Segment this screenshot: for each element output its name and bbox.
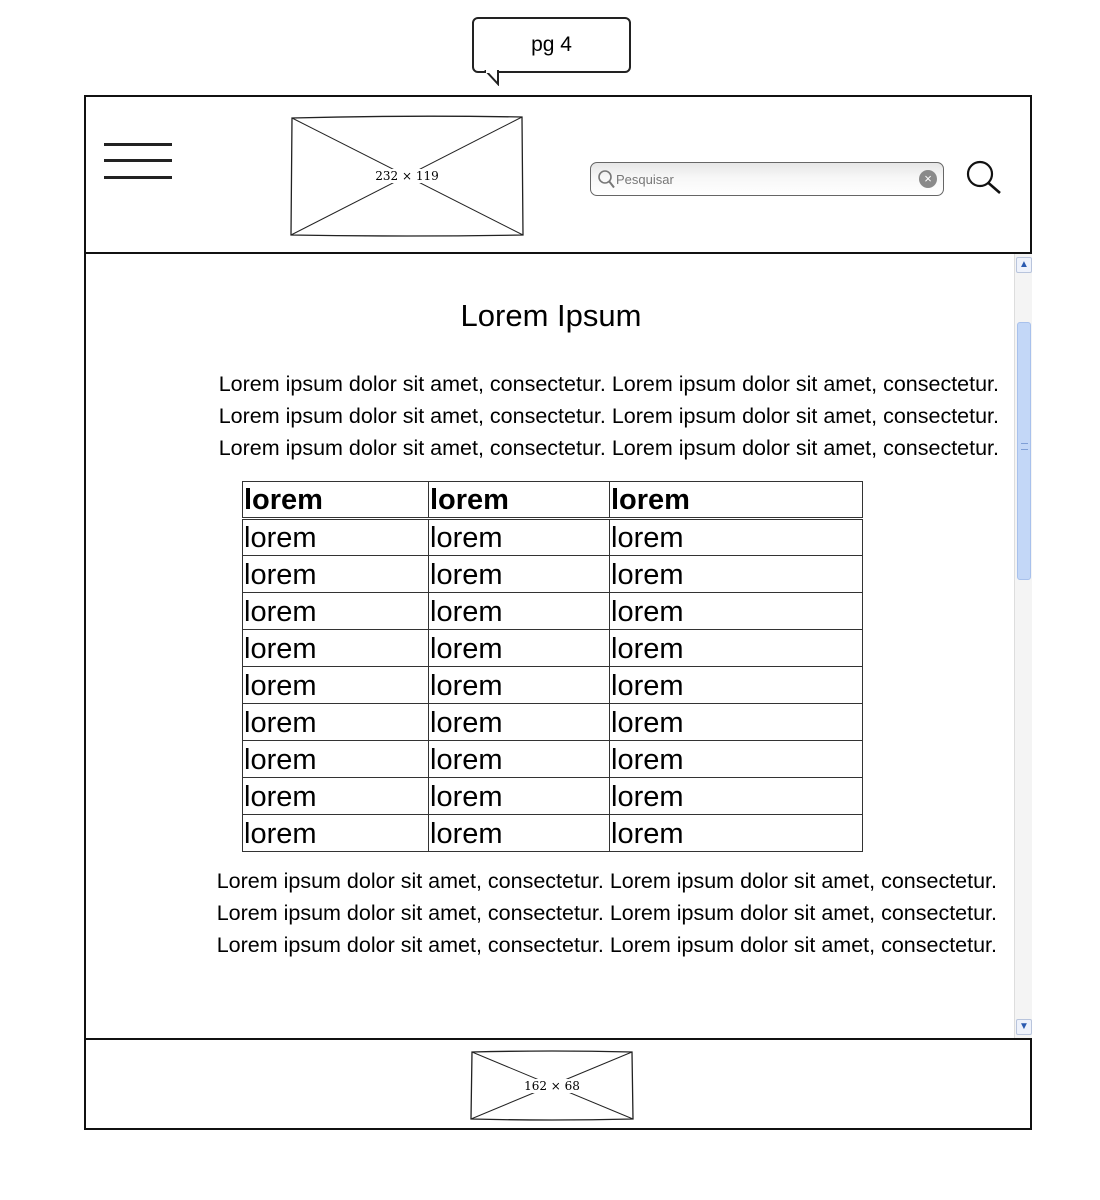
- vertical-scrollbar[interactable]: ▲ ▼: [1014, 254, 1032, 1038]
- search-magnifier-icon: [598, 170, 615, 189]
- table-cell: lorem: [609, 592, 863, 630]
- table-cell: lorem: [609, 703, 863, 741]
- table-cell: lorem: [242, 555, 429, 593]
- table-cell: lorem: [242, 629, 429, 667]
- page-annotation-bubble: pg 4: [472, 17, 631, 73]
- wireframe-page: pg 4 232 × 119 Pesquisar × Lorem Ipsum L…: [0, 0, 1100, 1200]
- table-cell: lorem: [609, 777, 863, 815]
- scroll-thumb[interactable]: [1017, 322, 1031, 580]
- table-cell: lorem: [428, 740, 610, 778]
- table-cell: lorem: [242, 814, 429, 852]
- table-cell: lorem: [242, 703, 429, 741]
- bubble-tail: [484, 70, 499, 86]
- table-cell: lorem: [428, 629, 610, 667]
- table-cell: lorem: [609, 555, 863, 593]
- clear-icon[interactable]: ×: [919, 170, 937, 188]
- hamburger-menu-icon[interactable]: [104, 143, 174, 183]
- table-cell: lorem: [428, 592, 610, 630]
- column-header: lorem: [609, 481, 863, 520]
- footer-image-placeholder: 162 × 68: [470, 1050, 634, 1121]
- table-cell: lorem: [428, 814, 610, 852]
- table-cell: lorem: [609, 666, 863, 704]
- page-annotation-text: pg 4: [531, 33, 572, 56]
- table-cell: lorem: [428, 777, 610, 815]
- closing-paragraph: Lorem ipsum dolor sit amet, consectetur.…: [104, 865, 997, 961]
- table-row: lorem lorem lorem: [242, 777, 863, 815]
- paragraph-line: Lorem ipsum dolor sit amet, consectetur.…: [216, 933, 997, 957]
- table-cell: lorem: [609, 814, 863, 852]
- table-header-row: lorem lorem lorem: [242, 481, 863, 520]
- page-title: Lorem Ipsum: [460, 298, 642, 333]
- logo-placeholder-label: 232 × 119: [373, 169, 441, 183]
- column-header: lorem: [242, 481, 429, 520]
- table-cell: lorem: [609, 740, 863, 778]
- table-cell: lorem: [242, 666, 429, 704]
- table-cell: lorem: [242, 740, 429, 778]
- column-header: lorem: [428, 481, 610, 520]
- scroll-down-arrow-icon[interactable]: ▼: [1016, 1019, 1032, 1035]
- table-row: lorem lorem lorem: [242, 592, 863, 630]
- table-cell: lorem: [428, 518, 610, 556]
- paragraph-line: Lorem ipsum dolor sit amet, consectetur.…: [218, 436, 999, 460]
- paragraph-line: Lorem ipsum dolor sit amet, consectetur.…: [216, 901, 997, 925]
- mobile-frame: 232 × 119 × Lorem Ipsum Lorem ipsum dolo…: [84, 95, 1032, 1130]
- table-cell: lorem: [428, 703, 610, 741]
- intro-paragraph: Lorem ipsum dolor sit amet, consectetur.…: [106, 368, 999, 464]
- scroll-up-arrow-icon[interactable]: ▲: [1016, 257, 1032, 273]
- header: 232 × 119 ×: [86, 97, 1030, 254]
- footer: 162 × 68: [86, 1038, 1030, 1128]
- content-area[interactable]: Lorem Ipsum Lorem ipsum dolor sit amet, …: [86, 254, 1032, 1038]
- search-icon[interactable]: [964, 159, 1004, 199]
- table-cell: lorem: [242, 518, 429, 556]
- search-field[interactable]: ×: [590, 162, 944, 196]
- table-row: lorem lorem lorem: [242, 703, 863, 741]
- footer-placeholder-label: 162 × 68: [522, 1078, 582, 1093]
- logo-image-placeholder: 232 × 119: [290, 115, 524, 237]
- table-cell: lorem: [242, 592, 429, 630]
- table-row: lorem lorem lorem: [242, 666, 863, 704]
- table-cell: lorem: [609, 629, 863, 667]
- table-row: lorem lorem lorem: [242, 518, 863, 556]
- paragraph-line: Lorem ipsum dolor sit amet, consectetur.…: [218, 372, 999, 396]
- table-cell: lorem: [242, 777, 429, 815]
- table-row: lorem lorem lorem: [242, 740, 863, 778]
- search-input[interactable]: [616, 169, 916, 189]
- table-row: lorem lorem lorem: [242, 555, 863, 593]
- table-cell: lorem: [609, 518, 863, 556]
- paragraph-line: Lorem ipsum dolor sit amet, consectetur.…: [218, 404, 999, 428]
- table-row: lorem lorem lorem: [242, 629, 863, 667]
- table-row: lorem lorem lorem: [242, 814, 863, 852]
- data-table: lorem lorem lorem lorem lorem lorem lore…: [242, 481, 863, 852]
- table-cell: lorem: [428, 555, 610, 593]
- table-cell: lorem: [428, 666, 610, 704]
- paragraph-line: Lorem ipsum dolor sit amet, consectetur.…: [216, 869, 997, 893]
